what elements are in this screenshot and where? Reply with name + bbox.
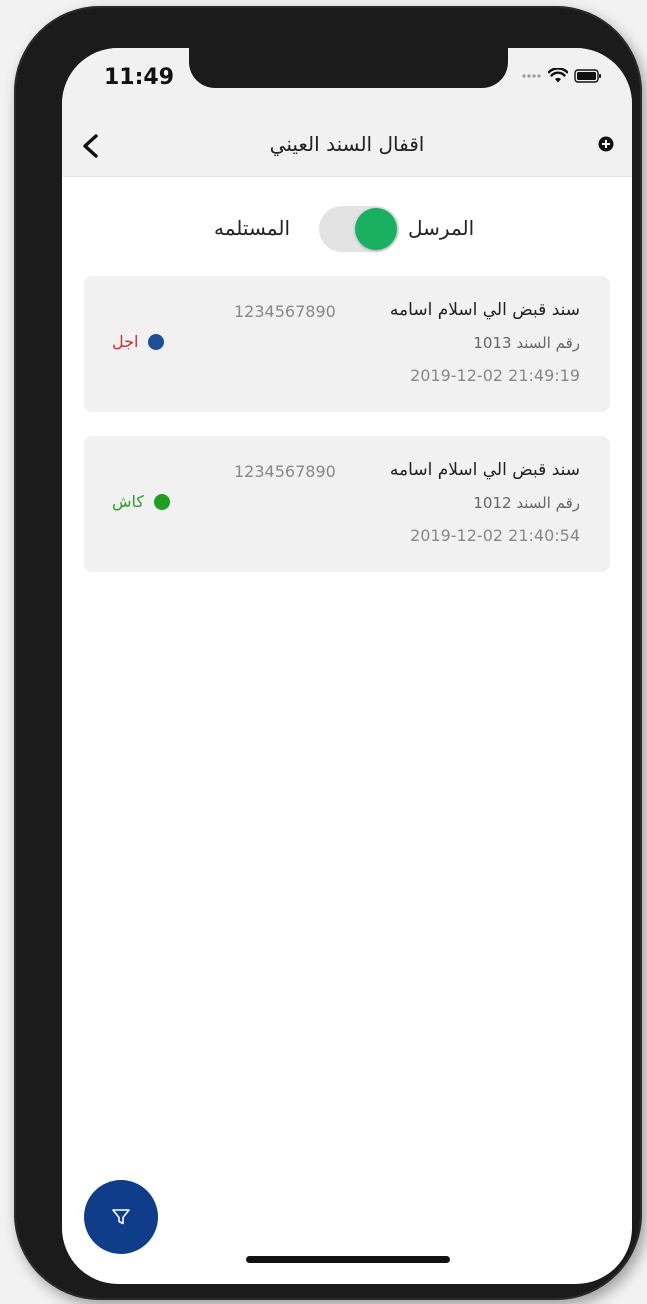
volume-down-button (22, 392, 32, 486)
wifi-icon (548, 68, 568, 83)
status-dot-icon (148, 333, 165, 350)
signal-dots-icon (522, 74, 541, 78)
voucher-card[interactable]: 1234567890 سند قبض الي اسلام اسامه رقم ا… (84, 276, 610, 412)
mute-switch (22, 188, 32, 240)
voucher-card[interactable]: 1234567890 سند قبض الي اسلام اسامه رقم ا… (84, 436, 610, 572)
home-indicator[interactable] (246, 1256, 450, 1263)
filter-icon (112, 1209, 130, 1225)
voucher-number: رقم السند 1012 (473, 494, 580, 512)
voucher-status: اجل (112, 332, 165, 351)
status-icons (522, 68, 602, 84)
add-button[interactable] (598, 136, 614, 152)
status-time: 11:49 (104, 65, 175, 90)
sender-receiver-switch[interactable] (319, 206, 399, 252)
status-label: كاش (112, 492, 145, 511)
volume-up-button (22, 284, 32, 378)
voucher-number: رقم السند 1013 (473, 334, 580, 352)
page-title: اقفال السند العيني (269, 132, 425, 156)
voucher-status: كاش (112, 492, 171, 511)
voucher-date: 2019-12-02 21:40:54 (410, 526, 580, 545)
switch-knob (355, 208, 397, 250)
back-button[interactable] (74, 128, 110, 164)
voucher-title: سند قبض الي اسلام اسامه (389, 300, 580, 320)
sender-label: المرسل (408, 216, 475, 240)
sender-receiver-toggle-row: المستلمه المرسل (62, 206, 632, 252)
notch (189, 48, 508, 88)
battery-icon (574, 69, 601, 83)
chevron-left-icon (83, 134, 98, 158)
voucher-date: 2019-12-02 21:49:19 (410, 366, 580, 385)
voucher-title: سند قبض الي اسلام اسامه (389, 460, 580, 480)
phone-frame: 11:49 اقفال السند العيني المستلمه المرسل… (14, 6, 642, 1300)
screen: 11:49 اقفال السند العيني المستلمه المرسل… (62, 48, 632, 1284)
receiver-label: المستلمه (214, 216, 290, 240)
filter-button[interactable] (84, 1180, 158, 1254)
voucher-phone: 1234567890 (234, 462, 336, 481)
navigation-bar: اقفال السند العيني (62, 120, 632, 177)
voucher-phone: 1234567890 (234, 302, 336, 321)
status-dot-icon (154, 493, 171, 510)
status-label: اجل (112, 332, 139, 351)
add-icon (598, 136, 614, 152)
